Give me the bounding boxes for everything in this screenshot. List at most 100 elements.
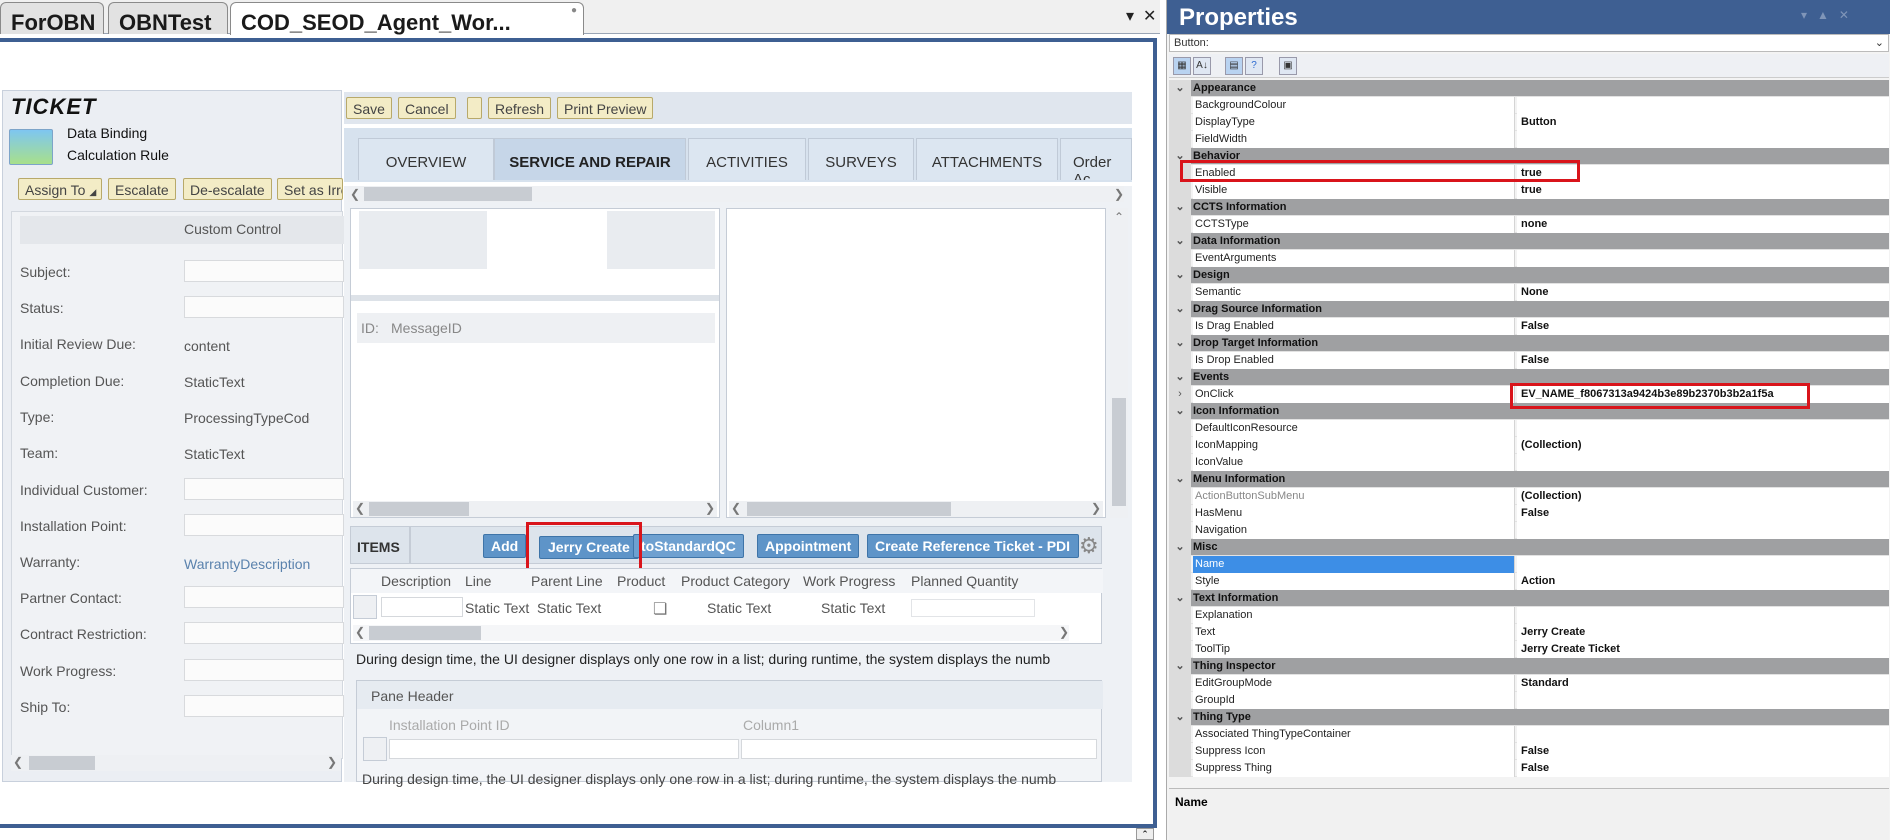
tab-surveys[interactable]: SURVEYS — [808, 138, 914, 180]
property-editgroupmode[interactable]: EditGroupMode Standard — [1169, 675, 1889, 692]
category-drop-target-information[interactable]: ⌄ Drop Target Information — [1169, 335, 1889, 352]
row-gutter[interactable] — [1169, 284, 1191, 301]
scroll-up-icon[interactable]: ⌃ — [1114, 210, 1124, 224]
scroll-thumb[interactable] — [364, 187, 532, 201]
data-binding-link[interactable]: Data Binding — [67, 125, 147, 141]
property-suppress-icon[interactable]: Suppress Icon False — [1169, 743, 1889, 760]
property-iconvalue[interactable]: IconValue — [1169, 454, 1889, 471]
row-gutter[interactable] — [1169, 573, 1191, 590]
row-gutter[interactable] — [1169, 760, 1191, 777]
category-thing-inspector[interactable]: ⌄ Thing Inspector — [1169, 658, 1889, 675]
row-selector[interactable] — [353, 595, 377, 619]
property-value[interactable]: False — [1517, 318, 1889, 335]
cancel-button[interactable]: Cancel — [398, 97, 456, 119]
row-gutter[interactable] — [1169, 743, 1191, 760]
property-value[interactable]: (Collection) — [1517, 437, 1889, 454]
property-is-drop-enabled[interactable]: Is Drop Enabled False — [1169, 352, 1889, 369]
scroll-thumb[interactable] — [29, 756, 95, 770]
tab-obntest[interactable]: OBNTest — [108, 2, 228, 34]
print-preview-button[interactable]: Print Preview — [557, 97, 654, 119]
column1-cell[interactable] — [741, 739, 1097, 759]
installation-point-cell[interactable] — [389, 739, 739, 759]
tab-service-and-repair[interactable]: SERVICE AND REPAIR — [494, 138, 686, 180]
property-iconmapping[interactable]: IconMapping (Collection) — [1169, 437, 1889, 454]
add-button[interactable]: Add — [483, 534, 527, 558]
row-gutter[interactable] — [1169, 250, 1191, 267]
product-value-help-icon[interactable]: ❏ — [653, 599, 667, 619]
property-value[interactable] — [1517, 420, 1889, 437]
row-gutter[interactable] — [1169, 607, 1191, 624]
scroll-thumb[interactable] — [1112, 398, 1126, 506]
collapse-icon[interactable]: ⌄ — [1169, 199, 1191, 216]
property-value[interactable]: none — [1517, 216, 1889, 233]
property-value[interactable] — [1517, 726, 1889, 743]
scroll-up-icon[interactable]: ⌃ — [1136, 828, 1154, 840]
row-gutter[interactable] — [1169, 624, 1191, 641]
row-gutter[interactable] — [1169, 437, 1191, 454]
row-gutter[interactable] — [1169, 522, 1191, 539]
appointment-button[interactable]: Appointment — [757, 534, 860, 558]
scroll-left-icon[interactable]: ❮ — [731, 501, 741, 515]
property-value[interactable]: Action — [1517, 573, 1889, 590]
property-value[interactable]: Jerry Create — [1517, 624, 1889, 641]
row-gutter[interactable] — [1169, 726, 1191, 743]
collapse-icon[interactable]: ⌄ — [1169, 471, 1191, 488]
installation-point-field[interactable] — [184, 514, 344, 536]
property-value[interactable]: False — [1517, 505, 1889, 522]
property-value[interactable]: Jerry Create Ticket — [1517, 641, 1889, 658]
subject-field[interactable] — [184, 260, 344, 282]
property-explanation[interactable]: Explanation — [1169, 607, 1889, 624]
property-groupid[interactable]: GroupId — [1169, 692, 1889, 709]
category-data-information[interactable]: ⌄ Data Information — [1169, 233, 1889, 250]
row-gutter[interactable] — [1169, 641, 1191, 658]
partner-contact-field[interactable] — [184, 586, 344, 608]
calculation-rule-link[interactable]: Calculation Rule — [67, 147, 169, 163]
help-icon[interactable]: ? — [1245, 57, 1263, 75]
pane-horizontal-scrollbar[interactable]: ❮ ❯ — [353, 501, 717, 517]
properties-icon[interactable]: ▤ — [1225, 57, 1243, 75]
col-product-category[interactable]: Product Category — [681, 573, 790, 589]
property-value[interactable] — [1517, 250, 1889, 267]
empty-button[interactable] — [467, 97, 482, 119]
property-value[interactable]: False — [1517, 743, 1889, 760]
scroll-left-icon[interactable]: ❮ — [13, 755, 23, 769]
property-value[interactable]: Button — [1517, 114, 1889, 131]
row-gutter[interactable] — [1169, 114, 1191, 131]
individual-customer-field[interactable] — [184, 478, 344, 500]
property-semantic[interactable]: Semantic None — [1169, 284, 1889, 301]
ticket-horizontal-scrollbar[interactable]: ❮ ❯ — [11, 755, 341, 771]
scroll-thumb[interactable] — [369, 626, 481, 640]
tab-horizontal-scrollbar[interactable]: ❮ ❯ — [348, 186, 1124, 202]
row-gutter[interactable] — [1169, 420, 1191, 437]
property-cctstype[interactable]: CCTSType none — [1169, 216, 1889, 233]
collapse-icon[interactable]: ⌄ — [1169, 590, 1191, 607]
col-work-progress[interactable]: Work Progress — [803, 573, 895, 589]
scroll-thumb[interactable] — [747, 502, 951, 516]
property-value[interactable]: False — [1517, 760, 1889, 777]
property-style[interactable]: Style Action — [1169, 573, 1889, 590]
category-ccts-information[interactable]: ⌄ CCTS Information — [1169, 199, 1889, 216]
collapse-icon[interactable]: ⌄ — [1169, 301, 1191, 318]
property-value[interactable]: (Collection) — [1517, 488, 1889, 505]
property-value[interactable] — [1517, 607, 1889, 624]
scroll-right-icon[interactable]: ❯ — [1114, 187, 1124, 201]
create-reference-ticket-button[interactable]: Create Reference Ticket - PDI — [867, 534, 1079, 558]
scroll-left-icon[interactable]: ❮ — [350, 187, 360, 201]
property-pages-icon[interactable]: ▣ — [1279, 57, 1297, 75]
contract-restriction-field[interactable] — [184, 622, 344, 644]
property-value[interactable] — [1517, 97, 1889, 114]
description-cell[interactable] — [381, 597, 463, 617]
collapse-icon[interactable]: ⌄ — [1169, 233, 1191, 250]
save-button[interactable]: Save — [346, 97, 392, 119]
categorized-icon[interactable]: ▦ — [1173, 57, 1191, 75]
col-description[interactable]: Description — [381, 573, 451, 589]
status-field[interactable] — [184, 296, 344, 318]
close-icon[interactable]: ✕ — [1143, 6, 1156, 26]
row-gutter[interactable] — [1169, 454, 1191, 471]
tab-forobn[interactable]: ForOBN — [0, 2, 104, 34]
scroll-right-icon[interactable]: ❯ — [1059, 625, 1069, 639]
collapse-icon[interactable]: ⌄ — [1169, 369, 1191, 386]
alphabetical-icon[interactable]: A↓ — [1193, 57, 1211, 75]
property-is-drag-enabled[interactable]: Is Drag Enabled False — [1169, 318, 1889, 335]
col-column1[interactable]: Column1 — [743, 717, 799, 733]
